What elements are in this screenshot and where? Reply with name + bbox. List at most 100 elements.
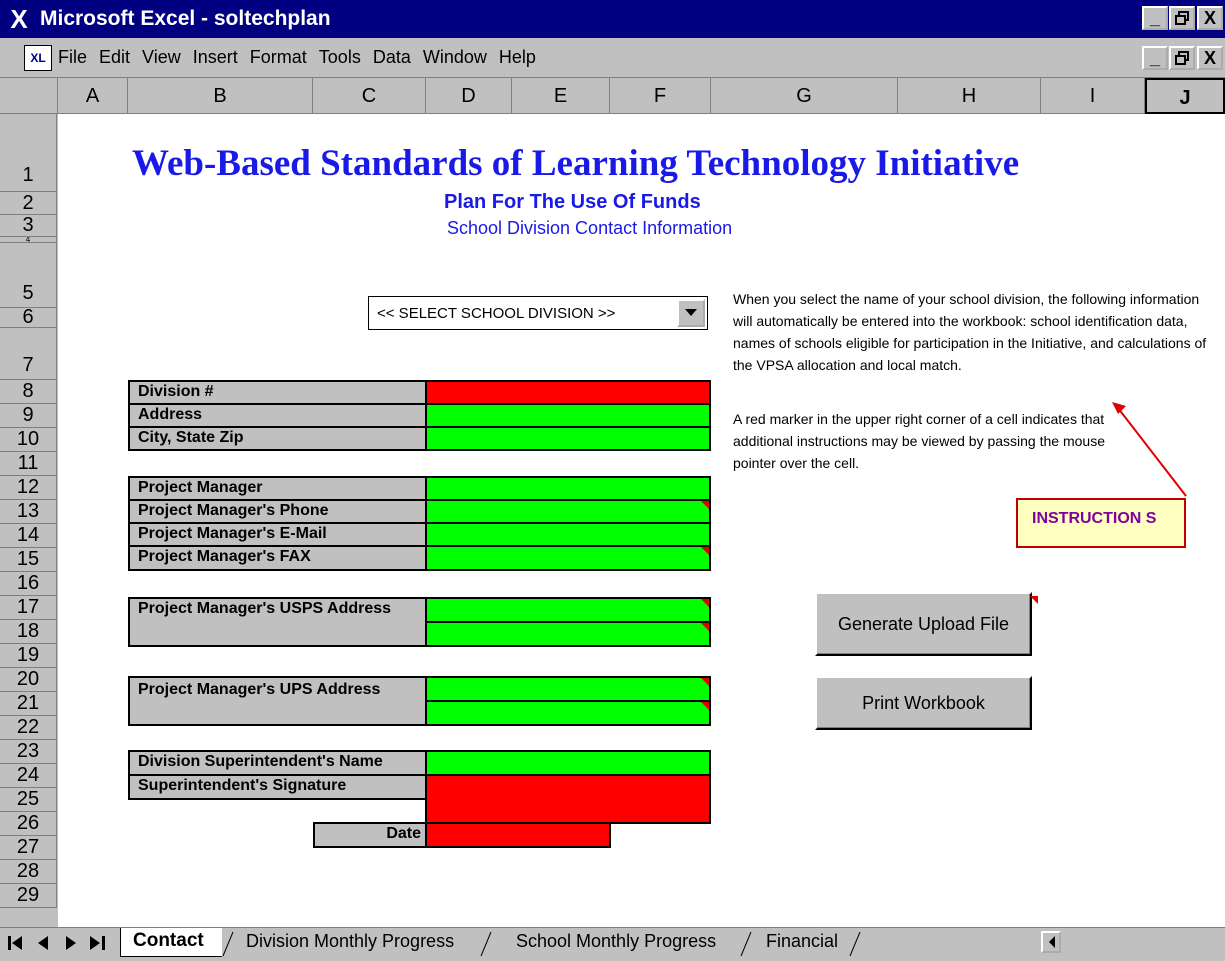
menu-insert[interactable]: Insert [193,47,238,68]
column-header-j[interactable]: J [1145,78,1225,114]
dropdown-arrow-button[interactable] [677,299,705,327]
row-header[interactable]: 28 [0,860,57,884]
comment-marker[interactable] [701,547,709,555]
pm-usps-address-line2[interactable] [425,621,711,647]
restore-icon [1175,51,1189,65]
pm-usps-address-line1[interactable] [425,597,711,623]
row-header[interactable]: 17 [0,596,57,620]
menu-tools[interactable]: Tools [319,47,361,68]
row-header[interactable]: 29 [0,884,57,908]
row-header[interactable]: 24 [0,764,57,788]
instructions-note[interactable]: INSTRUCTION S [1016,498,1186,548]
maximize-button[interactable] [1169,6,1195,30]
address-cell[interactable] [425,403,711,428]
select-all-corner[interactable] [0,78,58,114]
title-bar: X Microsoft Excel - soltechplan _ X [0,0,1225,38]
doc-minimize-button[interactable]: _ [1142,46,1168,70]
menu-bar: XL File Edit View Insert Format Tools Da… [0,38,1225,78]
tab-scroll-buttons[interactable] [8,934,128,952]
column-header-b[interactable]: B [128,78,313,114]
column-header-f[interactable]: F [610,78,711,114]
comment-marker[interactable] [701,501,709,509]
column-header-e[interactable]: E [512,78,610,114]
school-division-value: << SELECT SCHOOL DIVISION >> [377,304,616,322]
row-header[interactable]: 5 [0,243,57,308]
column-header-a[interactable]: A [58,78,128,114]
doc-close-button[interactable]: X [1197,46,1223,70]
row-header[interactable]: 20 [0,668,57,692]
school-division-dropdown[interactable]: << SELECT SCHOOL DIVISION >> [368,296,708,330]
print-workbook-button[interactable]: Print Workbook [815,676,1032,730]
label-superintendent-name: Division Superintendent's Name [128,750,427,776]
superintendent-signature-cell[interactable] [425,774,711,824]
restore-icon [1175,11,1189,25]
row-header[interactable]: 9 [0,404,57,428]
label-city-state-zip: City, State Zip [128,426,427,451]
superintendent-name-cell[interactable] [425,750,711,776]
row-header[interactable]: 13 [0,500,57,524]
comment-marker[interactable] [701,623,709,631]
label-pm-ups-address: Project Manager's UPS Address [128,676,427,726]
row-header[interactable]: 22 [0,716,57,740]
row-header[interactable]: 10 [0,428,57,452]
row-header[interactable]: 23 [0,740,57,764]
row-header[interactable]: 14 [0,524,57,548]
menu-format[interactable]: Format [250,47,307,68]
comment-marker[interactable] [701,599,709,607]
date-cell[interactable] [425,822,611,848]
division-number-cell[interactable] [425,380,711,405]
label-pm-fax: Project Manager's FAX [128,545,427,571]
menu-help[interactable]: Help [499,47,536,68]
workbook-icon[interactable]: XL [24,44,52,71]
tab-dividers [222,931,861,957]
column-header-bar: A B C D E F G H I J [0,78,1225,114]
row-header[interactable]: 18 [0,620,57,644]
row-header[interactable]: 26 [0,812,57,836]
comment-marker[interactable] [701,702,709,710]
city-state-zip-cell[interactable] [425,426,711,451]
pm-ups-address-line1[interactable] [425,676,711,702]
row-header[interactable]: 11 [0,452,57,476]
row-header[interactable]: 19 [0,644,57,668]
comment-marker[interactable] [1030,596,1038,604]
row-header[interactable]: 8 [0,380,57,404]
scroll-left-button[interactable] [1041,931,1061,953]
label-address: Address [128,403,427,428]
column-header-i[interactable]: I [1041,78,1145,114]
label-pm-email: Project Manager's E-Mail [128,522,427,547]
row-header[interactable]: 27 [0,836,57,860]
chevron-down-icon [685,309,697,316]
row-header[interactable]: 3 [0,214,57,237]
column-header-h[interactable]: H [898,78,1041,114]
pm-phone-cell[interactable] [425,499,711,524]
tab-contact[interactable]: Contact [120,928,222,957]
doc-maximize-button[interactable] [1169,46,1195,70]
row-header[interactable]: 25 [0,788,57,812]
menu-edit[interactable]: Edit [99,47,130,68]
row-header[interactable]: 21 [0,692,57,716]
pm-ups-address-line2[interactable] [425,700,711,726]
row-header[interactable]: 1 [0,114,57,192]
column-header-c[interactable]: C [313,78,426,114]
generate-upload-file-button[interactable]: Generate Upload File [815,592,1032,656]
row-header[interactable]: 16 [0,572,57,596]
label-pm-usps-address: Project Manager's USPS Address [128,597,427,647]
row-header[interactable]: 6 [0,308,57,328]
project-manager-cell[interactable] [425,476,711,501]
label-division-number: Division # [128,380,427,405]
row-header[interactable]: 7 [0,328,57,380]
menu-window[interactable]: Window [423,47,487,68]
minimize-button[interactable]: _ [1142,6,1168,30]
pm-fax-cell[interactable] [425,545,711,571]
close-button[interactable]: X [1197,6,1223,30]
menu-file[interactable]: File [58,47,87,68]
row-header[interactable]: 2 [0,192,57,215]
column-header-d[interactable]: D [426,78,512,114]
comment-marker[interactable] [701,678,709,686]
menu-view[interactable]: View [142,47,181,68]
row-header[interactable]: 15 [0,548,57,572]
pm-email-cell[interactable] [425,522,711,547]
row-header[interactable]: 12 [0,476,57,500]
column-header-g[interactable]: G [711,78,898,114]
menu-data[interactable]: Data [373,47,411,68]
